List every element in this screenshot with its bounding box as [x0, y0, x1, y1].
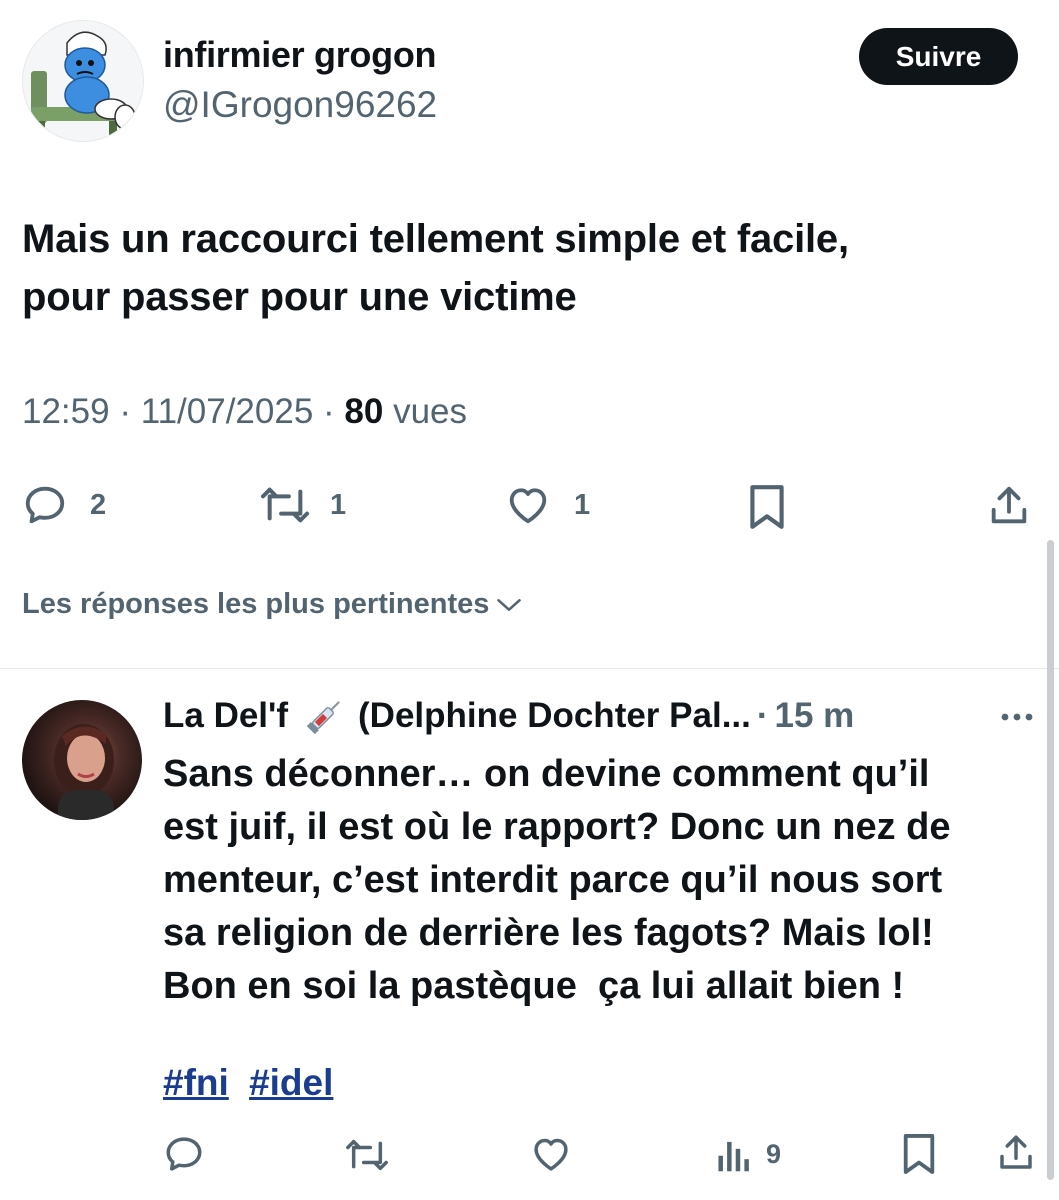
- reply-views-count: 9: [766, 1138, 782, 1169]
- reply-retweet-button[interactable]: [342, 1135, 392, 1175]
- reply-time-separator: ·: [756, 696, 769, 735]
- hashtags: #fni #idel: [163, 1062, 343, 1104]
- reply-text-line: sa religion de derrière les fagots? Mais…: [163, 912, 934, 954]
- heart-icon: [509, 488, 547, 524]
- tweet-date[interactable]: 11/07/2025: [141, 392, 314, 431]
- bookmark-button[interactable]: [746, 482, 788, 532]
- views-count: 80: [344, 392, 384, 431]
- replies-sort-dropdown[interactable]: Les réponses les plus pertinentes: [22, 588, 523, 621]
- share-icon: [991, 486, 1027, 524]
- reply-text-line: Bon en soi la pastèque ça lui allait bie…: [163, 965, 905, 1007]
- hashtag-link[interactable]: #idel: [249, 1062, 333, 1103]
- like-count: 1: [574, 488, 591, 521]
- reply-like-button[interactable]: [529, 1133, 573, 1175]
- divider: [0, 668, 1059, 669]
- scrollbar[interactable]: [1047, 540, 1054, 1180]
- reply-text-line: est juif, il est où le rapport? Donc un …: [163, 806, 951, 848]
- tweet-text: Mais un raccourci tellement simple et fa…: [22, 210, 1032, 326]
- smurf-avatar: [23, 21, 143, 141]
- share-button[interactable]: [986, 482, 1032, 530]
- syringe-emoji: [306, 701, 340, 735]
- reply-count: 2: [90, 488, 107, 521]
- retweet-icon: [346, 1139, 388, 1171]
- replies-sort-label: Les réponses les plus pertinentes: [22, 588, 490, 620]
- reply-icon: [166, 1137, 202, 1171]
- more-dots-icon: [1001, 713, 1033, 721]
- share-icon: [1000, 1135, 1032, 1169]
- reply-bookmark-button[interactable]: [900, 1131, 938, 1177]
- reply-icon: [25, 486, 65, 524]
- reply-author-avatar[interactable]: [22, 700, 142, 820]
- follow-button[interactable]: Suivre: [859, 28, 1018, 85]
- views-label: vues: [393, 392, 468, 431]
- author-avatar[interactable]: [22, 20, 144, 142]
- person-avatar: [54, 724, 114, 820]
- reply-time[interactable]: 15 m: [775, 696, 855, 736]
- bookmark-icon: [750, 485, 784, 529]
- tweet-time[interactable]: 12:59: [22, 392, 110, 431]
- tweet-text-line: Mais un raccourci tellement simple et fa…: [22, 217, 849, 261]
- chevron-down-icon: [497, 598, 522, 611]
- reply-reply-button[interactable]: [163, 1133, 205, 1175]
- reply-button[interactable]: 2: [22, 482, 106, 528]
- reply-author-name: La Del'f: [163, 696, 289, 735]
- like-button[interactable]: 1: [504, 482, 590, 528]
- meta-separator: ·: [119, 392, 131, 431]
- reply-views-button[interactable]: 9: [716, 1135, 781, 1173]
- reply-author-name-rest: (Delphine Dochter Pal...: [358, 696, 751, 735]
- retweet-button[interactable]: 1: [258, 482, 346, 528]
- bookmark-icon: [903, 1134, 935, 1174]
- hashtag-link[interactable]: #fni: [163, 1062, 229, 1103]
- reply-text: Sans déconner… on devine comment qu’il e…: [163, 748, 1043, 1013]
- retweet-count: 1: [330, 488, 347, 521]
- reply-share-button[interactable]: [995, 1131, 1037, 1175]
- reply-text-line: menteur, c’est interdit parce qu’il nous…: [163, 859, 943, 901]
- heart-icon: [534, 1138, 568, 1171]
- author-name[interactable]: infirmier grogon: [163, 34, 437, 76]
- views-chart-icon: [718, 1141, 749, 1172]
- more-options-button[interactable]: [997, 700, 1037, 734]
- retweet-icon: [260, 487, 310, 523]
- tweet-text-line: pour passer pour une victime: [22, 275, 577, 319]
- author-handle[interactable]: @IGrogon96262: [163, 84, 437, 126]
- tweet-meta: 12:59 · 11/07/2025 · 80 vues: [22, 392, 467, 432]
- reply-author[interactable]: La Del'f (Delphine Dochter Pal... · 15 m: [163, 696, 854, 736]
- meta-separator: ·: [323, 392, 335, 431]
- reply-text-line: Sans déconner… on devine comment qu’il: [163, 753, 930, 795]
